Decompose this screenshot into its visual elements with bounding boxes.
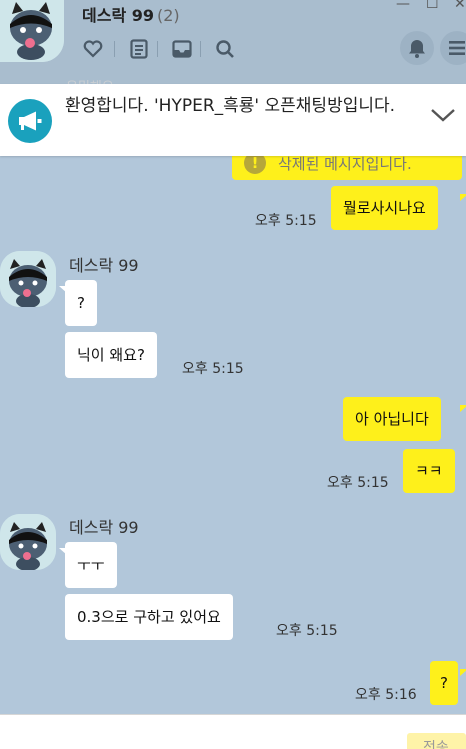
sender-avatar[interactable] xyxy=(0,514,56,570)
heart-icon[interactable] xyxy=(82,38,104,60)
note-icon[interactable] xyxy=(128,38,150,60)
megaphone-icon xyxy=(8,99,52,143)
bell-icon[interactable] xyxy=(400,31,434,65)
menu-icon[interactable] xyxy=(440,31,466,65)
notice-text: 환영합니다. 'HYPER_흑룡' 오픈채팅방입니다. xyxy=(65,96,396,116)
bubble-tail xyxy=(460,405,466,412)
message-time: 오후 5:15 xyxy=(255,213,317,229)
minimize-button[interactable]: — xyxy=(396,0,410,12)
message-time: 오후 5:15 xyxy=(182,361,244,377)
close-button[interactable]: ✕ xyxy=(454,0,466,12)
toolbar-divider xyxy=(200,41,201,57)
room-name: 데스락 99 xyxy=(82,6,154,25)
inbox-icon[interactable] xyxy=(171,38,193,60)
toolbar-divider xyxy=(157,41,158,57)
my-message-bubble[interactable]: ? xyxy=(430,661,458,705)
message-input-area[interactable] xyxy=(0,714,466,749)
sender-name: 데스락 99 xyxy=(69,518,139,537)
sender-avatar[interactable] xyxy=(0,251,56,307)
my-message-bubble[interactable]: ㅋㅋ xyxy=(403,449,455,493)
their-message-bubble[interactable]: 0.3으로 구하고 있어요 xyxy=(65,594,233,640)
bubble-tail xyxy=(460,669,466,676)
room-avatar[interactable] xyxy=(0,0,64,62)
bubble-tail xyxy=(460,194,466,201)
maximize-button[interactable]: ☐ xyxy=(426,0,439,12)
search-icon[interactable] xyxy=(214,38,236,60)
message-time: 오후 5:15 xyxy=(276,623,338,639)
their-message-bubble[interactable]: 닉이 왜요? xyxy=(65,332,157,378)
room-title: 데스락 99 (2) xyxy=(82,2,180,26)
character-avatar-icon xyxy=(0,0,64,62)
message-time: 오후 5:16 xyxy=(355,687,417,703)
character-avatar-icon xyxy=(0,251,56,307)
send-button[interactable]: 전송 xyxy=(407,733,466,749)
character-avatar-icon xyxy=(0,514,56,570)
message-time: 오후 5:15 xyxy=(327,475,389,491)
toolbar-divider xyxy=(114,41,115,57)
their-message-bubble[interactable]: ㅜㅜ xyxy=(65,542,117,588)
member-count: (2) xyxy=(157,6,180,25)
chat-header: 데스락 99(2) — ☐ ✕ 은밀해요 xyxy=(0,0,466,95)
chevron-down-icon[interactable] xyxy=(430,107,456,126)
my-message-bubble[interactable]: 뭘로사시나요 xyxy=(331,186,438,230)
their-message-bubble[interactable]: ? xyxy=(65,280,97,326)
sender-name: 데스락 99 xyxy=(69,256,139,275)
notice-banner[interactable]: 환영합니다. 'HYPER_흑룡' 오픈채팅방입니다. xyxy=(0,84,466,156)
my-message-bubble[interactable]: 아 아닙니다 xyxy=(343,397,441,441)
